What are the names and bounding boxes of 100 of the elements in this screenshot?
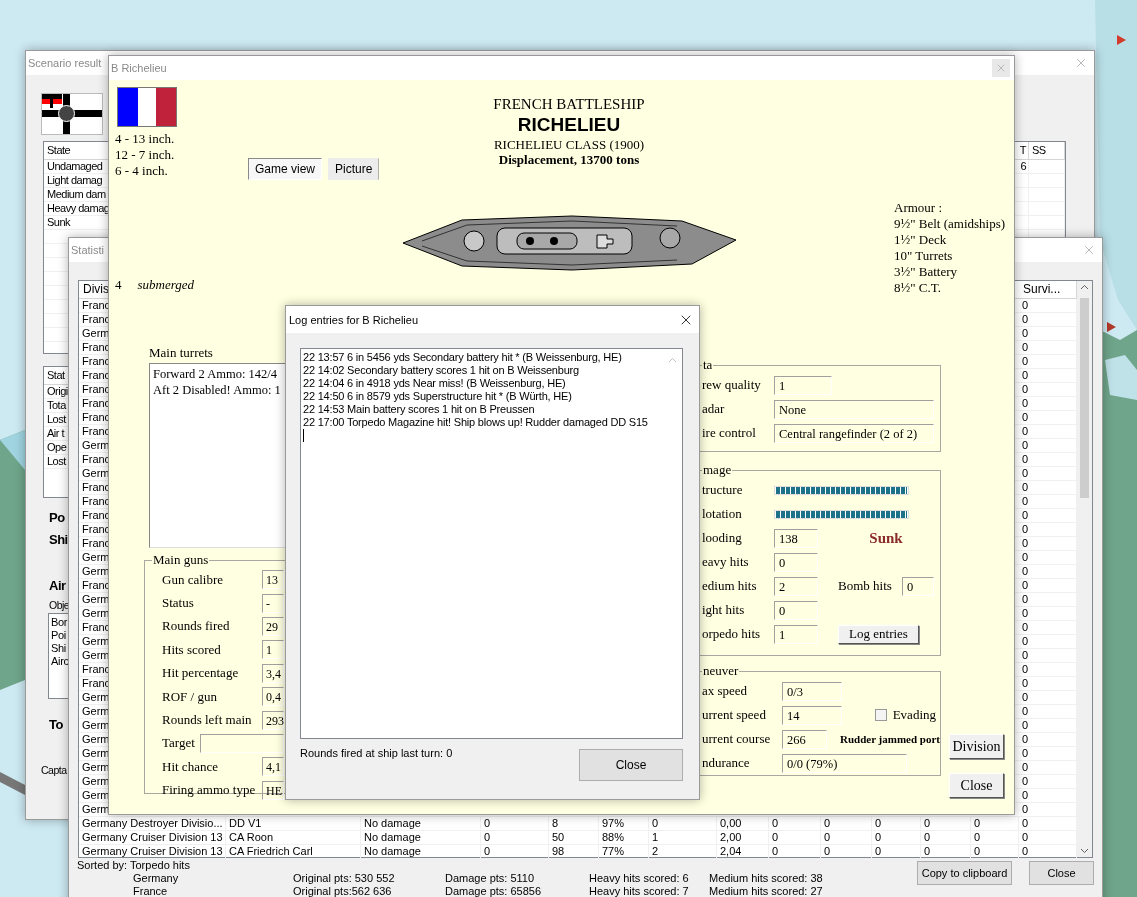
table-cell: Undamaged bbox=[47, 160, 103, 172]
table-cell: 0,00 bbox=[717, 817, 769, 830]
table-cell: No damage bbox=[361, 845, 481, 858]
table-cell: 0 bbox=[971, 845, 1019, 858]
log-entry: 22 14:50 6 in 8579 yds Superstructure hit * (B Würth, HE) bbox=[303, 390, 573, 403]
submerged-label: submerged bbox=[137, 277, 195, 293]
log-text-area[interactable] bbox=[300, 348, 683, 739]
table-cell: Medium dam bbox=[47, 188, 106, 200]
table-cell: Air t bbox=[47, 427, 65, 439]
list-item[interactable]: Shi bbox=[51, 642, 66, 655]
group-title: mage bbox=[702, 462, 733, 478]
view-tab[interactable]: Game view bbox=[248, 158, 323, 180]
damage-points: Damage pts: 5110 bbox=[445, 872, 536, 885]
armour-line: 10" Turrets bbox=[894, 248, 954, 264]
table-cell: 88% bbox=[599, 831, 649, 844]
table-cell: 0 bbox=[821, 831, 872, 844]
field-label: Capta bbox=[41, 764, 67, 776]
original-points: Original pts:562 636 bbox=[293, 885, 393, 897]
text-cursor bbox=[303, 429, 304, 442]
table-cell: 0 bbox=[821, 817, 872, 830]
table-cell: 97% bbox=[599, 817, 649, 830]
field-label: tructure bbox=[702, 482, 743, 498]
table-cell: Ope bbox=[47, 441, 67, 453]
table-cell: 1 bbox=[649, 831, 717, 844]
field-label: urrent speed bbox=[702, 707, 766, 723]
side-name: France bbox=[133, 885, 169, 897]
table-cell: 0 bbox=[769, 831, 821, 844]
table-cell: Germany Destroyer Divisio... bbox=[79, 817, 226, 830]
flag-icon bbox=[41, 93, 103, 135]
window-title: Scenario result bbox=[28, 57, 102, 69]
medium-hits: Medium hits scored: 27 bbox=[709, 885, 824, 897]
value-field: 293 bbox=[262, 710, 284, 730]
value-field: 266 bbox=[782, 729, 827, 749]
table-cell: Sunk bbox=[47, 216, 71, 228]
field-label: Obje bbox=[49, 599, 70, 611]
ship-class: RICHELIEU CLASS (1900) bbox=[493, 137, 645, 152]
field-label: looding bbox=[702, 530, 742, 546]
table-cell: 2 bbox=[649, 845, 717, 858]
column-header[interactable]: Divis bbox=[83, 282, 109, 296]
column-header[interactable]: SS bbox=[1032, 144, 1046, 156]
table-cell: 98 bbox=[549, 845, 599, 858]
table-cell: 0 bbox=[769, 817, 821, 830]
table-cell: 0 bbox=[872, 831, 921, 844]
field-label: ight hits bbox=[702, 602, 745, 618]
table-cell: 6 bbox=[1020, 160, 1026, 172]
list-item[interactable]: Bor bbox=[51, 616, 68, 629]
table-cell: No damage bbox=[361, 831, 481, 844]
view-tab[interactable]: Picture bbox=[328, 158, 380, 180]
table-cell: 0 bbox=[481, 831, 549, 844]
log-entries-button[interactable]: Log entries bbox=[838, 624, 919, 644]
close-button[interactable]: Close bbox=[579, 749, 683, 781]
medium-hits: Medium hits scored: 38 bbox=[709, 872, 824, 885]
table-cell: 0 bbox=[769, 845, 821, 858]
scrollbar[interactable] bbox=[1077, 281, 1092, 857]
side-name: Germany bbox=[133, 872, 180, 885]
close-button[interactable]: Close bbox=[1029, 861, 1094, 885]
table-cell: CA Roon bbox=[226, 831, 361, 844]
group-title: ta bbox=[702, 357, 714, 373]
column-header[interactable]: State bbox=[47, 144, 71, 156]
evading-checkbox[interactable] bbox=[874, 709, 887, 721]
division-button[interactable]: Division bbox=[949, 734, 1004, 759]
heavy-hits: Heavy hits scored: 7 bbox=[589, 885, 690, 897]
column-header[interactable]: Survi... bbox=[1023, 282, 1061, 296]
value-field: 2 bbox=[774, 576, 818, 596]
window-title: B Richelieu bbox=[111, 62, 167, 74]
field-label: ndurance bbox=[702, 755, 750, 771]
table-cell: 2,00 bbox=[717, 831, 769, 844]
group-title: neuver bbox=[702, 663, 740, 679]
value-field: 3,4 bbox=[262, 663, 284, 683]
window-title: Log entries for B Richelieu bbox=[288, 313, 418, 326]
table-cell: 2,04 bbox=[717, 845, 769, 858]
list-item[interactable]: Poi bbox=[51, 629, 66, 642]
log-entry: 22 13:57 6 in 5456 yds Secondary battery hit * (B Weissenburg, HE) bbox=[303, 351, 623, 364]
value-field: 0/3 bbox=[782, 681, 842, 701]
table-cell: No damage bbox=[361, 817, 481, 830]
log-entry: 22 14:04 6 in 4918 yds Near miss! (B Weissenburg, HE) bbox=[303, 377, 567, 390]
value-field: 0,4 bbox=[262, 687, 284, 707]
list-item[interactable]: Airc bbox=[51, 655, 69, 668]
ship-name: RICHELIEU bbox=[517, 113, 621, 137]
table-cell: Light damag bbox=[47, 174, 103, 186]
close-button[interactable]: Close bbox=[949, 773, 1004, 798]
column-header[interactable]: T bbox=[1019, 144, 1026, 156]
table-cell: 0 bbox=[921, 845, 971, 858]
value-field: 1 bbox=[774, 624, 818, 644]
scrollbar-thumb[interactable] bbox=[1080, 298, 1089, 498]
value-field: 0/0 (79%) bbox=[782, 753, 907, 773]
target-field[interactable] bbox=[200, 733, 284, 753]
column-header[interactable]: Stat bbox=[47, 369, 65, 381]
rudder-status: Rudder jammed port bbox=[840, 733, 940, 745]
heavy-hits: Heavy hits scored: 6 bbox=[589, 872, 690, 885]
value-field: 0 bbox=[774, 600, 818, 620]
table-cell: 0 bbox=[872, 845, 921, 858]
ship-type: FRENCH BATTLESHIP bbox=[493, 95, 645, 113]
log-entry: 22 14:53 Main battery scores 1 hit on B Preussen bbox=[303, 403, 536, 416]
table-cell: Lost bbox=[47, 413, 66, 425]
armour-line: Armour : bbox=[894, 200, 944, 216]
field-label: rew quality bbox=[702, 377, 761, 393]
copy-button[interactable]: Copy to clipboard bbox=[917, 861, 1012, 885]
value-field: HE bbox=[262, 780, 284, 800]
displacement: Displacement, 13700 tons bbox=[498, 152, 640, 168]
